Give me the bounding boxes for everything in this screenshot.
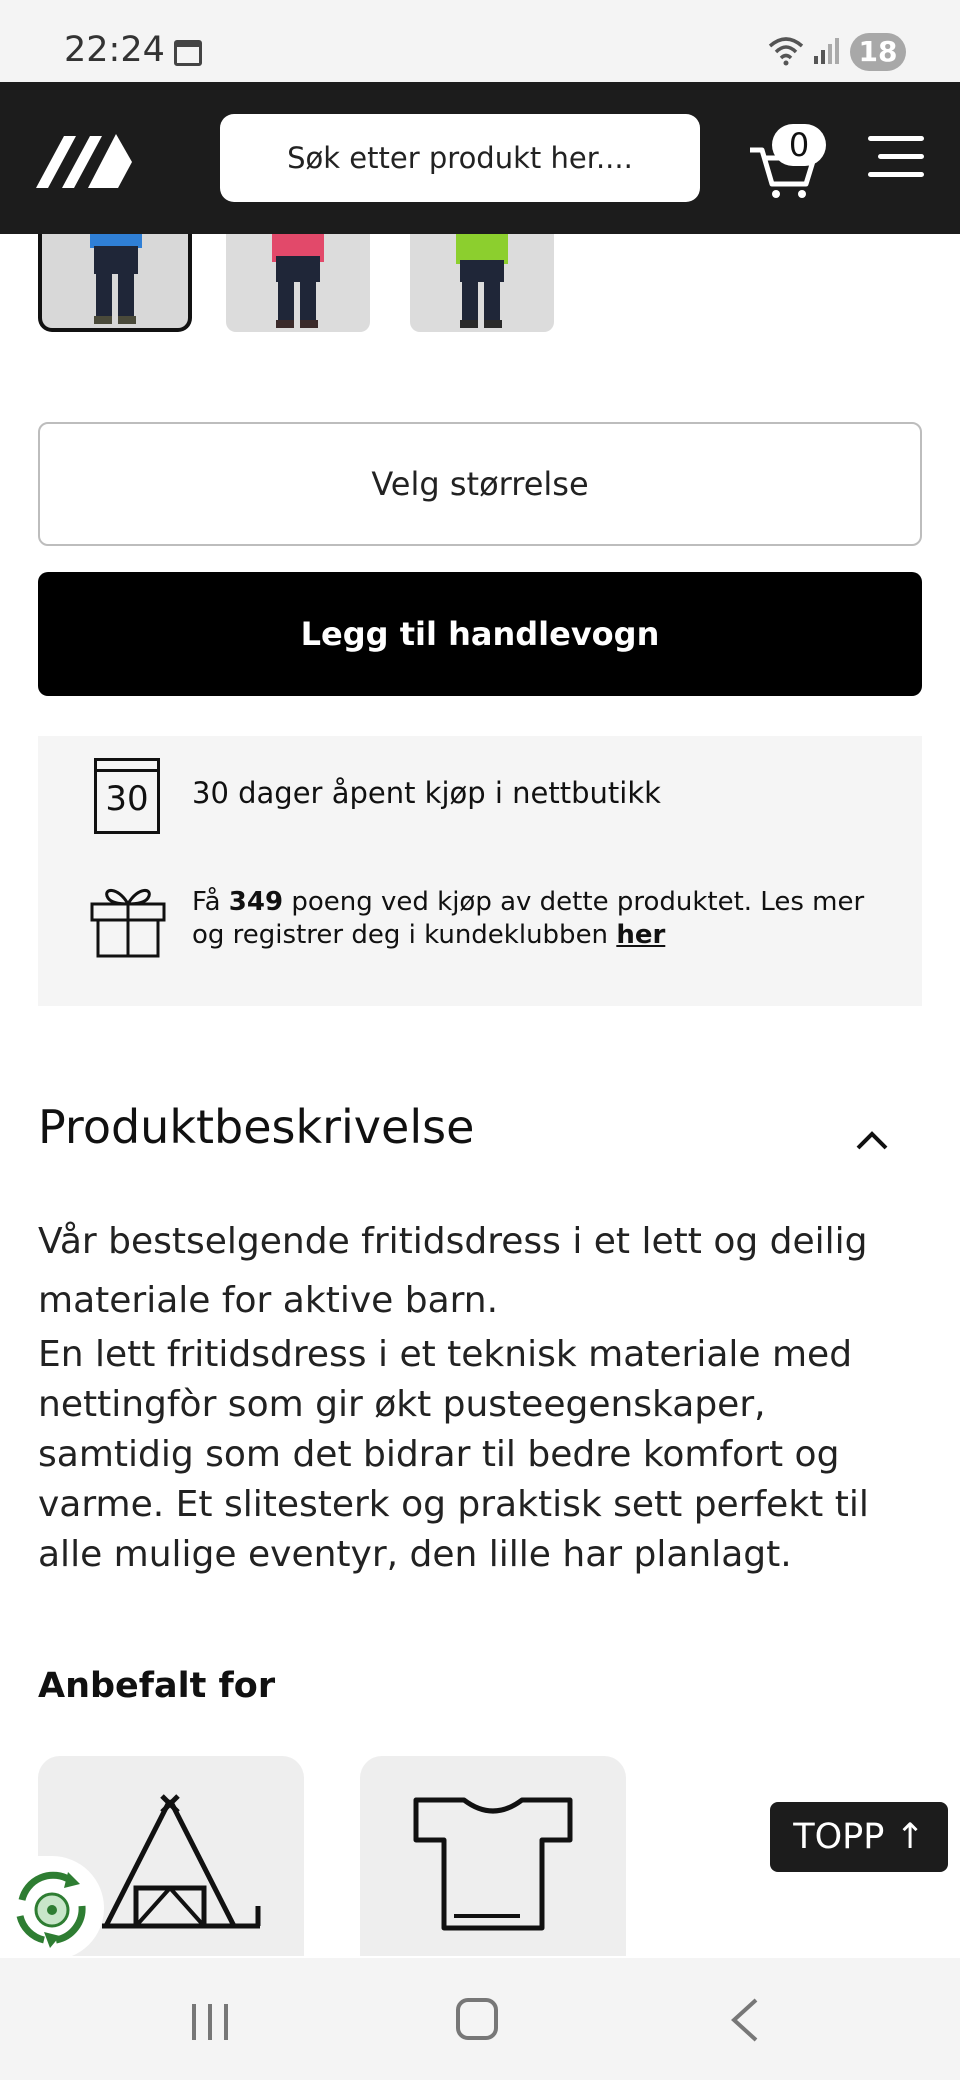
recommended-title: Anbefalt for bbox=[38, 1666, 276, 1706]
points-value: 349 bbox=[228, 887, 284, 917]
chevron-up-icon[interactable] bbox=[854, 1124, 890, 1154]
description-body: En lett fritidsdress i et teknisk materi… bbox=[38, 1334, 869, 1575]
product-image bbox=[90, 234, 142, 324]
return-policy-text: 30 dager åpent kjøp i nettbutikk bbox=[192, 776, 661, 810]
scroll-to-top-button[interactable]: TOPP ↑ bbox=[770, 1802, 948, 1872]
cart-count-badge: 0 bbox=[772, 124, 826, 166]
product-image bbox=[272, 234, 324, 328]
status-bar: 22:24 18 bbox=[0, 0, 960, 82]
site-header: 0 bbox=[0, 82, 960, 234]
description-lead: Vår bestselgende fritidsdress i et lett … bbox=[38, 1221, 868, 1321]
status-time: 22:24 bbox=[64, 30, 165, 70]
search-box[interactable] bbox=[220, 114, 700, 202]
points-suffix: poeng ved kjøp av dette produktet. Les m… bbox=[192, 887, 865, 950]
product-thumbnail-green[interactable] bbox=[410, 234, 554, 332]
signal-icon bbox=[814, 38, 839, 64]
home-icon[interactable] bbox=[456, 1998, 498, 2040]
product-thumbnail-pink[interactable] bbox=[226, 234, 370, 332]
eco-badge[interactable] bbox=[0, 1856, 104, 1960]
eco-recycle-icon bbox=[16, 1871, 86, 1948]
recent-apps-icon[interactable] bbox=[190, 2002, 230, 2042]
points-prefix: Få bbox=[192, 887, 221, 917]
purchase-info-box: 30 30 dager åpent kjøp i nettbutikk Få 3… bbox=[38, 736, 922, 1006]
product-image bbox=[456, 234, 508, 328]
wifi-icon bbox=[768, 37, 804, 66]
size-select[interactable]: Velg størrelse bbox=[38, 422, 922, 546]
search-input[interactable] bbox=[220, 114, 700, 202]
loyalty-club-link[interactable]: her bbox=[616, 920, 665, 950]
back-icon[interactable] bbox=[728, 1998, 764, 2042]
recommended-card-everyday[interactable] bbox=[360, 1756, 626, 1956]
loyalty-points-text: Få 349 poeng ved kjøp av dette produktet… bbox=[192, 886, 892, 952]
product-thumbnail-blue[interactable] bbox=[38, 234, 192, 332]
gift-icon bbox=[90, 889, 166, 958]
calendar-icon bbox=[174, 40, 202, 66]
calendar-30-icon: 30 bbox=[94, 758, 160, 834]
description-title: Produktbeskrivelse bbox=[38, 1100, 475, 1154]
return-days-number: 30 bbox=[105, 779, 149, 819]
add-to-cart-button[interactable]: Legg til handlevogn bbox=[38, 572, 922, 696]
logo-icon[interactable] bbox=[36, 126, 136, 188]
system-nav-bar bbox=[0, 1958, 960, 2080]
battery-indicator: 18 bbox=[850, 33, 906, 71]
tshirt-icon bbox=[413, 1797, 573, 1931]
menu-icon[interactable] bbox=[868, 136, 924, 178]
